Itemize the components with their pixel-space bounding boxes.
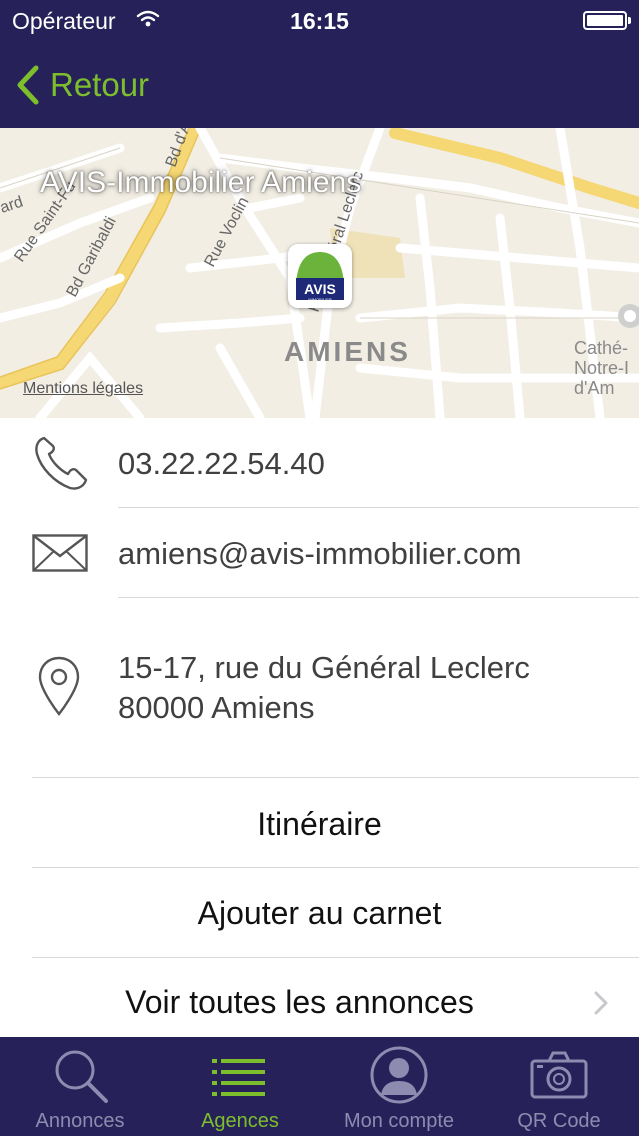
- camera-icon: [530, 1051, 588, 1099]
- account-icon: [370, 1046, 428, 1104]
- agency-email[interactable]: amiens@avis-immobilier.com: [118, 536, 522, 572]
- search-icon: [55, 1050, 108, 1103]
- itinerary-button[interactable]: Itinéraire: [0, 806, 639, 843]
- chevron-right-icon: [594, 991, 608, 1015]
- mail-icon: [32, 534, 88, 572]
- tab-label: Mon compte: [343, 1110, 455, 1132]
- divider: [118, 597, 639, 598]
- chevron-left-icon: [17, 65, 39, 105]
- tab-label: Agences: [201, 1110, 279, 1132]
- tab-mon-compte[interactable]: Mon compte: [319, 1037, 479, 1136]
- back-button[interactable]: Retour: [14, 62, 149, 108]
- agency-address-line1: 15-17, rue du Général Leclerc: [118, 650, 530, 685]
- agency-map-marker[interactable]: AVIS IMMOBILIER: [288, 244, 352, 308]
- agency-address-line2: 80000 Amiens: [118, 690, 315, 725]
- map-city-label: AMIENS: [284, 336, 411, 367]
- agency-phone[interactable]: 03.22.22.54.40: [118, 446, 325, 482]
- clock: 16:15: [290, 8, 349, 34]
- legal-notice-link[interactable]: Mentions légales: [23, 380, 143, 398]
- list-icon: [212, 1059, 265, 1096]
- svg-text:IMMOBILIER: IMMOBILIER: [308, 297, 332, 302]
- divider: [32, 867, 639, 868]
- map-poi-label: Cathé- Notre-I d'Am: [574, 338, 630, 398]
- map-callout-title: AVIS-Immobilier Amiens: [40, 166, 362, 199]
- avis-logo-icon: AVIS IMMOBILIER: [296, 252, 344, 302]
- divider: [32, 777, 639, 778]
- location-pin-icon: [38, 656, 80, 716]
- divider: [118, 507, 639, 508]
- tab-agences[interactable]: Agences: [160, 1037, 320, 1136]
- agency-map[interactable]: Bd d'A Rue Saint-Fu Bd Garibaldi Rue Voc…: [0, 128, 639, 418]
- battery-icon: [583, 11, 631, 30]
- tab-annonces[interactable]: Annonces: [0, 1037, 160, 1136]
- tab-bar: Annonces Agences Mon compte QR Code: [0, 1037, 639, 1136]
- view-all-listings-button[interactable]: Voir toutes les annonces: [0, 984, 619, 1021]
- svg-text:AVIS: AVIS: [304, 281, 336, 297]
- phone-icon: [35, 436, 88, 490]
- status-bar: Opérateur 16:15: [0, 0, 639, 42]
- tab-qr-code[interactable]: QR Code: [479, 1037, 639, 1136]
- tab-label: Annonces: [35, 1110, 125, 1132]
- divider: [32, 957, 639, 958]
- add-to-contacts-button[interactable]: Ajouter au carnet: [0, 895, 639, 932]
- top-bar: Opérateur 16:15 Retour: [0, 0, 639, 128]
- back-label: Retour: [50, 66, 150, 103]
- tab-label: QR Code: [517, 1110, 601, 1132]
